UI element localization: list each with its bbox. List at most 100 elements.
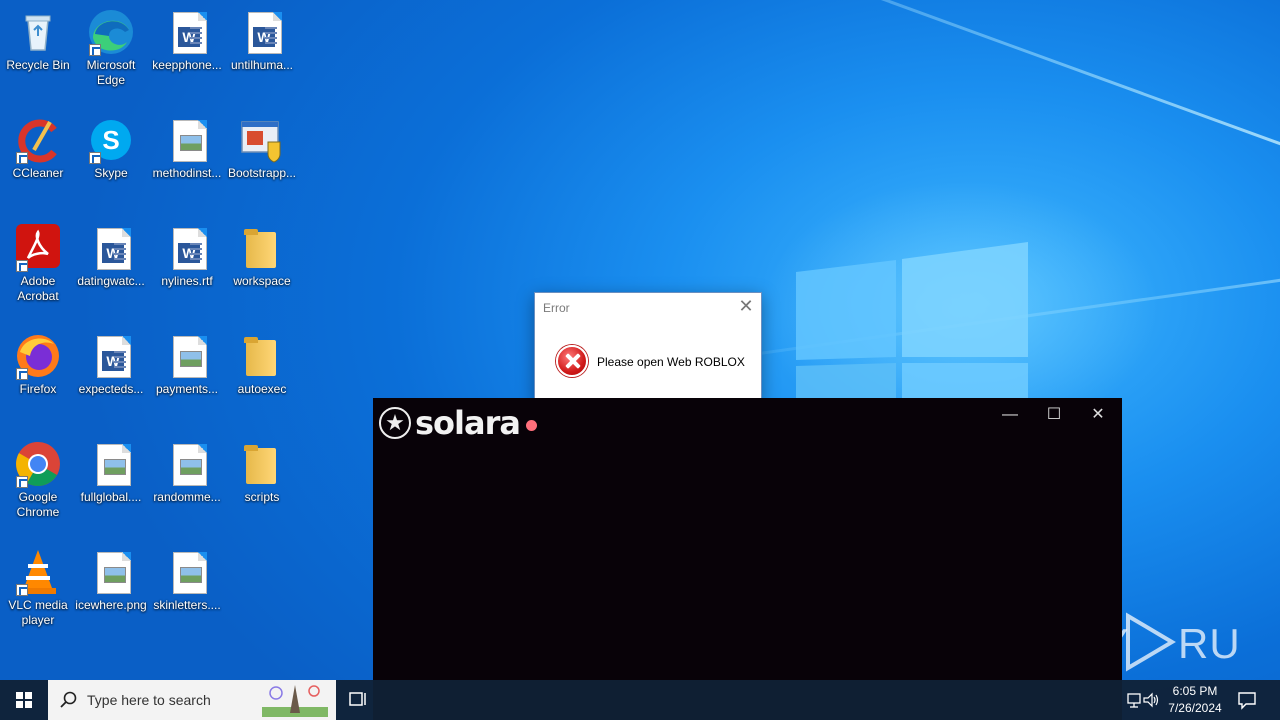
wallpaper-beam [558, 0, 1280, 191]
desktop-icon-bootstrapp[interactable]: Bootstrapp... [224, 116, 300, 181]
taskbar: Type here to search 6:05 PM 7/26/2024 [0, 680, 1280, 720]
desktop-icon-expecteds[interactable]: W expecteds... [73, 332, 149, 397]
word-doc-icon: W [238, 8, 286, 56]
svg-text:RUN: RUN [1178, 620, 1240, 667]
image-file-icon [163, 332, 211, 380]
firefox-icon [14, 332, 62, 380]
clock-date: 7/26/2024 [1168, 701, 1222, 715]
desktop-icon-ccleaner[interactable]: CCleaner [0, 116, 76, 181]
desktop-icon-microsoft-edge[interactable]: Microsoft Edge [73, 8, 149, 88]
installer-icon [238, 116, 286, 164]
word-doc-icon: W [163, 8, 211, 56]
shortcut-arrow-icon [16, 476, 28, 488]
desktop-icon-label: Recycle Bin [6, 58, 70, 72]
desktop-icon-label: keepphone... [152, 58, 222, 72]
desktop-icon-label: payments... [155, 382, 219, 396]
vlc-icon [14, 548, 62, 596]
desktop-icon-fullglobal[interactable]: fullglobal.... [73, 440, 149, 505]
desktop-icon-label: randomme... [153, 490, 221, 504]
image-file-icon [87, 440, 135, 488]
skype-icon: S [87, 116, 135, 164]
shortcut-arrow-icon [16, 152, 28, 164]
search-highlight-eiffel-icon [262, 685, 328, 717]
word-doc-icon: W [163, 224, 211, 272]
recycle-bin-icon [14, 8, 62, 56]
solara-status-dot [525, 419, 537, 431]
desktop-icon-datingwatc[interactable]: W datingwatc... [73, 224, 149, 289]
desktop-icon-label: VLC media player [8, 598, 68, 627]
desktop-icon-label: Skype [94, 166, 128, 180]
desktop-icon-label: expecteds... [78, 382, 144, 396]
acrobat-icon [14, 224, 62, 272]
image-file-icon [163, 548, 211, 596]
desktop-icon-label: skinletters.... [153, 598, 221, 612]
error-dialog: Error ✕ Please open Web ROBLOX [534, 292, 762, 402]
close-button[interactable]: ✕ [1077, 402, 1119, 428]
shortcut-arrow-icon [16, 368, 28, 380]
desktop-icon-icewhere[interactable]: icewhere.png [73, 548, 149, 613]
taskbar-clock[interactable]: 6:05 PM 7/26/2024 [1160, 683, 1230, 717]
error-dialog-title: Error [543, 301, 570, 315]
shortcut-arrow-icon [16, 260, 28, 272]
action-center-icon[interactable] [1237, 690, 1257, 710]
shortcut-arrow-icon [89, 44, 101, 56]
desktop-icon-keepphone[interactable]: W keepphone... [149, 8, 225, 73]
desktop-icon-workspace[interactable]: workspace [224, 224, 300, 289]
desktop-icon-label: Bootstrapp... [227, 166, 297, 180]
word-doc-icon: W [87, 224, 135, 272]
solara-star-icon: ★ [379, 407, 411, 439]
desktop-icon-label: autoexec [237, 382, 287, 396]
error-message: Please open Web ROBLOX [597, 355, 745, 369]
desktop-icon-recycle-bin[interactable]: Recycle Bin [0, 8, 76, 73]
error-dialog-close-button[interactable]: ✕ [737, 297, 755, 316]
shortcut-arrow-icon [89, 152, 101, 164]
clock-time: 6:05 PM [1172, 684, 1218, 698]
desktop-icon-label: scripts [244, 490, 280, 504]
solara-brand: ★ solara [379, 404, 537, 442]
desktop-icon-label: CCleaner [12, 166, 64, 180]
image-file-icon [163, 116, 211, 164]
desktop-icon-skype[interactable]: S Skype [73, 116, 149, 181]
folder-icon [238, 440, 286, 488]
desktop-icon-autoexec[interactable]: autoexec [224, 332, 300, 397]
desktop-icon-vlc[interactable]: VLC media player [0, 548, 76, 628]
volume-icon[interactable] [1142, 691, 1160, 709]
minimize-button[interactable]: — [989, 402, 1031, 428]
desktop-icon-firefox[interactable]: Firefox [0, 332, 76, 397]
folder-icon [238, 224, 286, 272]
desktop-icon-methodinst[interactable]: methodinst... [149, 116, 225, 181]
start-button[interactable] [0, 680, 48, 720]
task-view-icon[interactable] [346, 688, 370, 712]
desktop-icon-nylines[interactable]: W nylines.rtf [149, 224, 225, 289]
desktop-icon-label: datingwatc... [77, 274, 145, 288]
image-file-icon [87, 548, 135, 596]
desktop-icon-label: fullglobal.... [80, 490, 142, 504]
desktop-icon-payments[interactable]: payments... [149, 332, 225, 397]
edge-icon [87, 8, 135, 56]
desktop-icon-label: Firefox [19, 382, 57, 396]
word-doc-icon: W [87, 332, 135, 380]
solara-name: solara [415, 404, 521, 442]
desktop-icon-skinletters[interactable]: skinletters.... [149, 548, 225, 613]
taskbar-search-box[interactable]: Type here to search [48, 680, 336, 720]
folder-icon [238, 332, 286, 380]
desktop-icon-untilhuma[interactable]: W untilhuma... [224, 8, 300, 73]
desktop-icon-label: nylines.rtf [161, 274, 213, 288]
desktop-icon-label: Google Chrome [16, 490, 60, 519]
desktop-icon-label: workspace [233, 274, 291, 288]
desktop-icon-scripts[interactable]: scripts [224, 440, 300, 505]
ccleaner-icon [14, 116, 62, 164]
desktop-icon-adobe-acrobat[interactable]: Adobe Acrobat [0, 224, 76, 304]
shortcut-arrow-icon [16, 584, 28, 596]
chrome-icon [14, 440, 62, 488]
image-file-icon [163, 440, 211, 488]
desktop-icon-randomme[interactable]: randomme... [149, 440, 225, 505]
svg-text:S: S [102, 125, 119, 155]
desktop-icon-label: untilhuma... [230, 58, 294, 72]
windows-start-icon [16, 692, 32, 708]
desktop-icon-label: Microsoft Edge [86, 58, 136, 87]
error-icon [556, 345, 588, 377]
search-icon [60, 691, 77, 708]
desktop-icon-google-chrome[interactable]: Google Chrome [0, 440, 76, 520]
maximize-button[interactable]: ☐ [1033, 402, 1075, 428]
